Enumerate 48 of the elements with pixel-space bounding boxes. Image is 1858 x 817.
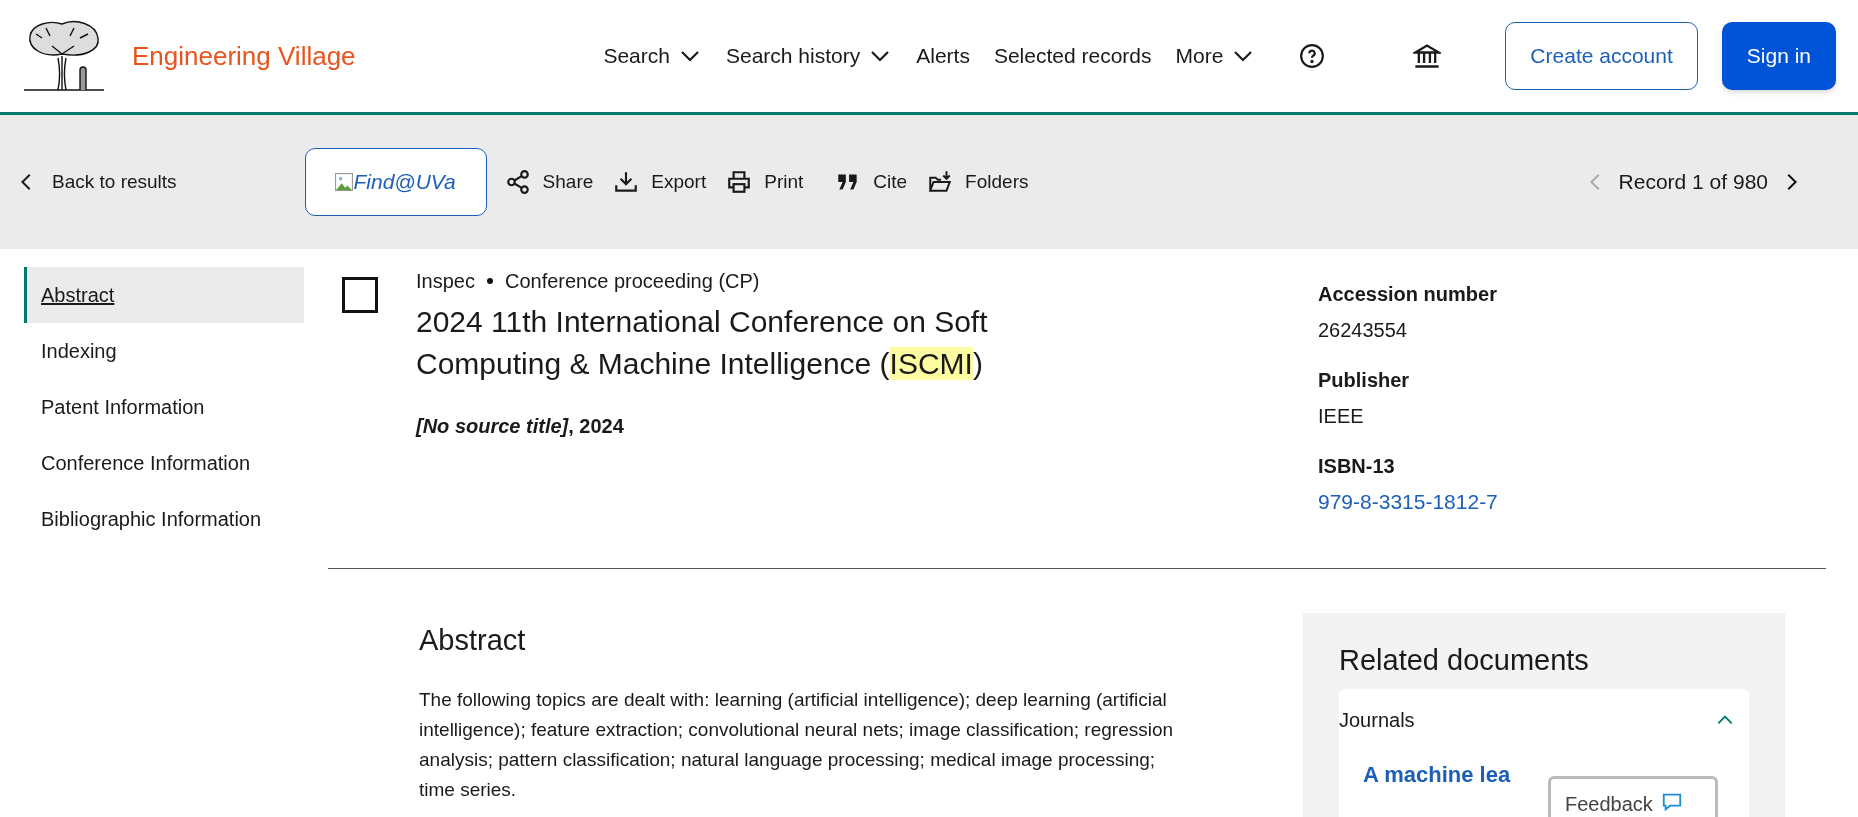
journals-accordion[interactable]: Journals — [1339, 688, 1735, 735]
nav-link[interactable]: Search — [603, 40, 702, 72]
nav-link[interactable]: More — [1175, 40, 1256, 72]
nav-link[interactable]: Alerts — [916, 40, 970, 72]
detail-label: Publisher — [1318, 368, 1411, 393]
related-document-link[interactable]: A machine lea — [1363, 760, 1511, 789]
select-checkbox[interactable] — [342, 277, 378, 313]
sidebar-item[interactable]: Conference Information — [24, 435, 304, 491]
tree-logo-icon — [22, 18, 106, 94]
record-title: 2024 11th International Conference on Soft Computing & Machine Intelligence (ISCMI) — [416, 304, 989, 382]
abstract-text: The following topics are dealt with: learning (artificial intelligence); deep learning (artificial intelligence); feature extraction; convolutional neural nets; image classification; regression analysis; pattern classification; natural language processing; medical image processing; time series. — [419, 687, 1175, 802]
detail-value: 26243554 — [1318, 318, 1408, 343]
institution-icon[interactable] — [1413, 42, 1442, 70]
download-icon — [613, 169, 640, 195]
share-icon — [504, 169, 531, 195]
detail-label: ISBN-13 — [1318, 454, 1396, 479]
folder-icon — [927, 169, 954, 195]
toolbar-button[interactable]: Share — [504, 167, 594, 197]
related-heading: Related documents — [1339, 643, 1590, 678]
database-label: Inspec — [416, 269, 475, 294]
find-link-button[interactable]: Find@UVa — [304, 148, 487, 216]
feedback-button[interactable]: Feedback — [1548, 776, 1718, 817]
bullet-separator — [486, 278, 493, 284]
brand-name[interactable]: Engineering Village — [132, 36, 356, 76]
nav-link[interactable]: Selected records — [993, 40, 1152, 72]
toolbar-button[interactable]: Cite — [835, 167, 908, 197]
sidebar-item[interactable]: Patent Information — [24, 379, 304, 435]
create-account-button[interactable]: Create account — [1505, 22, 1698, 90]
sidebar-item[interactable]: Abstract — [24, 267, 304, 323]
sidebar-item[interactable]: Indexing — [24, 323, 304, 379]
abstract-heading: Abstract — [419, 623, 527, 658]
back-to-results-link[interactable]: Back to results — [16, 167, 177, 197]
sidebar-item[interactable]: Bibliographic Information — [24, 491, 304, 547]
source-line: [No source title], 2024 — [416, 414, 625, 439]
help-icon[interactable] — [1299, 43, 1326, 69]
broken-image-icon — [335, 173, 354, 191]
detail-label: Accession number — [1318, 282, 1498, 307]
printer-icon — [726, 169, 753, 195]
toolbar-button[interactable]: Export — [613, 167, 707, 197]
toolbar-button[interactable]: Print — [726, 167, 804, 197]
detail-value: IEEE — [1318, 404, 1365, 429]
sign-in-button[interactable]: Sign in — [1721, 22, 1836, 90]
chat-bubble-icon — [1660, 791, 1683, 813]
record-counter: Record 1 of 980 — [1618, 169, 1768, 196]
document-type: Conference proceeding (CP) — [504, 269, 760, 294]
nav-link[interactable]: Search history — [726, 40, 893, 72]
detail-link[interactable]: 979-8-3315-1812-7 — [1318, 485, 1498, 519]
toolbar-button[interactable]: Folders — [927, 167, 1029, 197]
